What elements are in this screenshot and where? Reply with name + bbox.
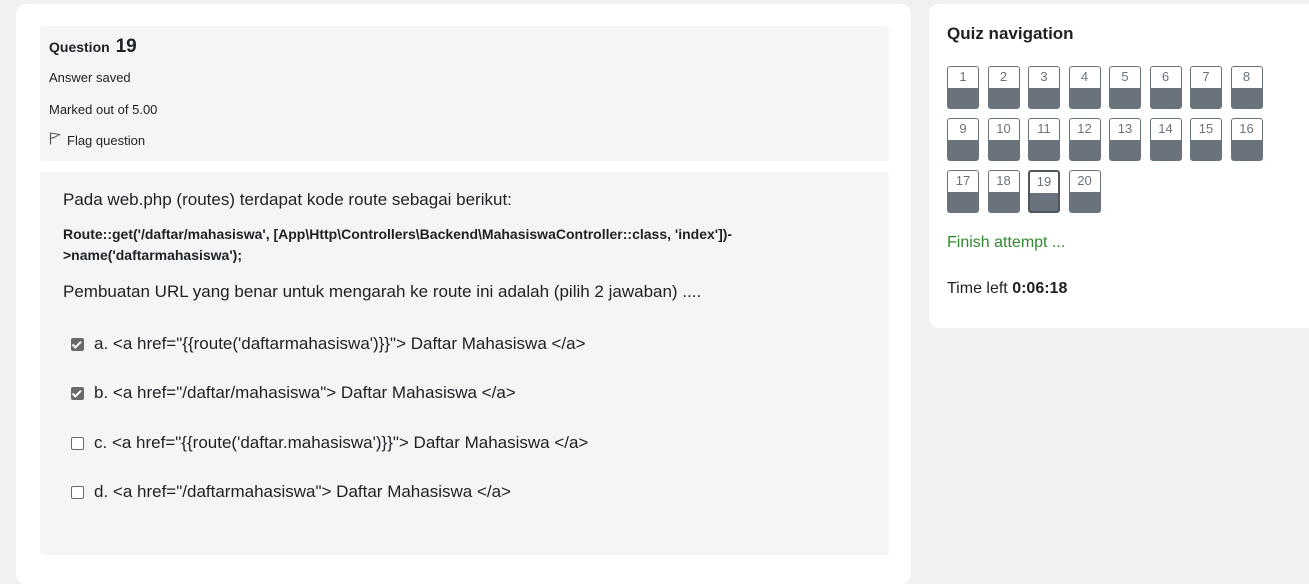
quiz-nav-button-5[interactable]: 5 — [1109, 66, 1141, 109]
answer-checkbox-c[interactable] — [71, 436, 84, 450]
quiz-nav-button-16[interactable]: 16 — [1230, 118, 1263, 161]
question-content-panel: Pada web.php (routes) terdapat kode rout… — [40, 172, 889, 555]
quiz-navigation-panel: Quiz navigation 1 2 3 4 5 6 7 8 9 10 11 12 13 14 15 16 1… — [929, 4, 1309, 328]
quiz-nav-button-number: 20 — [1069, 171, 1100, 192]
answer-label-d: d. <a href="/daftarmahasiswa"> Daftar Ma… — [94, 482, 511, 501]
quiz-nav-button-number: 5 — [1110, 67, 1140, 88]
answer-option-c[interactable]: c. <a href="{{route('daftar.mahasiswa')}… — [71, 433, 588, 453]
time-left: Time left 0:06:18 — [947, 280, 1067, 298]
time-left-label: Time left — [947, 280, 1008, 297]
quiz-nav-button-number: 14 — [1150, 119, 1181, 140]
route-code-line-2: >name('daftarmahasiswa'); — [63, 247, 242, 263]
quiz-nav-button-10[interactable]: 10 — [987, 118, 1020, 161]
quiz-nav-button-13[interactable]: 13 — [1109, 118, 1141, 161]
answer-option-b[interactable]: b. <a href="/daftar/mahasiswa"> Daftar M… — [71, 383, 516, 403]
question-label: Question — [49, 39, 110, 55]
quiz-nav-button-number: 10 — [988, 119, 1019, 140]
route-code: Route::get('/daftar/mahasiswa', [App\Htt… — [63, 224, 783, 266]
quiz-nav-button-4[interactable]: 4 — [1068, 66, 1101, 109]
quiz-nav-button-20[interactable]: 20 — [1068, 170, 1101, 213]
answer-option-a[interactable]: a. <a href="{{route('daftarmahasiswa')}}… — [71, 334, 586, 354]
answer-checkbox-b[interactable] — [71, 386, 84, 400]
quiz-nav-button-number: 2 — [988, 67, 1019, 88]
quiz-nav-button-number: 9 — [948, 119, 978, 140]
question-text: Pada web.php (routes) terdapat kode rout… — [63, 190, 512, 209]
quiz-nav-button-2[interactable]: 2 — [987, 66, 1020, 109]
answer-checkbox-a[interactable] — [71, 337, 84, 351]
quiz-nav-button-number: 16 — [1231, 119, 1262, 140]
quiz-nav-button-9[interactable]: 9 — [947, 118, 979, 161]
quiz-nav-button-number: 3 — [1029, 67, 1059, 88]
answer-option-d[interactable]: d. <a href="/daftarmahasiswa"> Daftar Ma… — [71, 482, 511, 502]
finish-attempt-link[interactable]: Finish attempt ... — [947, 234, 1065, 252]
answer-label-c: c. <a href="{{route('daftar.mahasiswa')}… — [94, 433, 589, 452]
quiz-nav-button-number: 7 — [1191, 67, 1221, 88]
quiz-nav-button-14[interactable]: 14 — [1149, 118, 1182, 161]
quiz-nav-button-3[interactable]: 3 — [1028, 66, 1060, 109]
quiz-nav-button-number: 1 — [948, 67, 978, 88]
question-number: 19 — [115, 36, 137, 57]
route-code-line-1: Route::get('/daftar/mahasiswa', [App\Htt… — [63, 226, 733, 242]
quiz-nav-button-number: 12 — [1069, 119, 1100, 140]
quiz-nav-button-15[interactable]: 15 — [1190, 118, 1222, 161]
quiz-nav-button-1[interactable]: 1 — [947, 66, 979, 109]
answer-checkbox-d[interactable] — [71, 485, 84, 499]
question-heading: Question 19 — [49, 36, 137, 58]
quiz-nav-button-7[interactable]: 7 — [1190, 66, 1222, 109]
answer-status: Answer saved — [49, 70, 131, 85]
quiz-nav-button-number: 15 — [1191, 119, 1221, 140]
quiz-nav-button-number: 4 — [1069, 67, 1100, 88]
quiz-nav-button-6[interactable]: 6 — [1149, 66, 1182, 109]
question-info-panel: Question 19 Answer saved Marked out of 5… — [40, 26, 889, 161]
quiz-nav-button-19[interactable]: 19 — [1028, 170, 1060, 213]
flag-icon — [49, 132, 61, 148]
question-prompt: Pembuatan URL yang benar untuk mengarah … — [63, 282, 702, 301]
quiz-nav-button-18[interactable]: 18 — [987, 170, 1020, 213]
quiz-nav-button-number: 13 — [1110, 119, 1140, 140]
quiz-nav-button-number: 6 — [1150, 67, 1181, 88]
quiz-nav-button-number: 17 — [948, 171, 978, 192]
flag-question-label: Flag question — [67, 132, 146, 148]
quiz-nav-button-17[interactable]: 17 — [947, 170, 979, 213]
time-left-value: 0:06:18 — [1012, 280, 1068, 297]
answer-label-a: a. <a href="{{route('daftarmahasiswa')}}… — [94, 334, 586, 353]
quiz-nav-button-number: 8 — [1231, 67, 1262, 88]
answer-label-b: b. <a href="/daftar/mahasiswa"> Daftar M… — [94, 383, 516, 402]
quiz-nav-button-number: 11 — [1029, 119, 1059, 140]
quiz-navigation-title: Quiz navigation — [947, 24, 1074, 43]
flag-question-link[interactable]: Flag question — [49, 132, 145, 148]
quiz-nav-button-12[interactable]: 12 — [1068, 118, 1101, 161]
quiz-nav-button-number: 19 — [1030, 172, 1058, 193]
marks-info: Marked out of 5.00 — [49, 102, 158, 117]
quiz-nav-button-8[interactable]: 8 — [1230, 66, 1263, 109]
quiz-nav-button-11[interactable]: 11 — [1028, 118, 1060, 161]
quiz-nav-button-number: 18 — [988, 171, 1019, 192]
